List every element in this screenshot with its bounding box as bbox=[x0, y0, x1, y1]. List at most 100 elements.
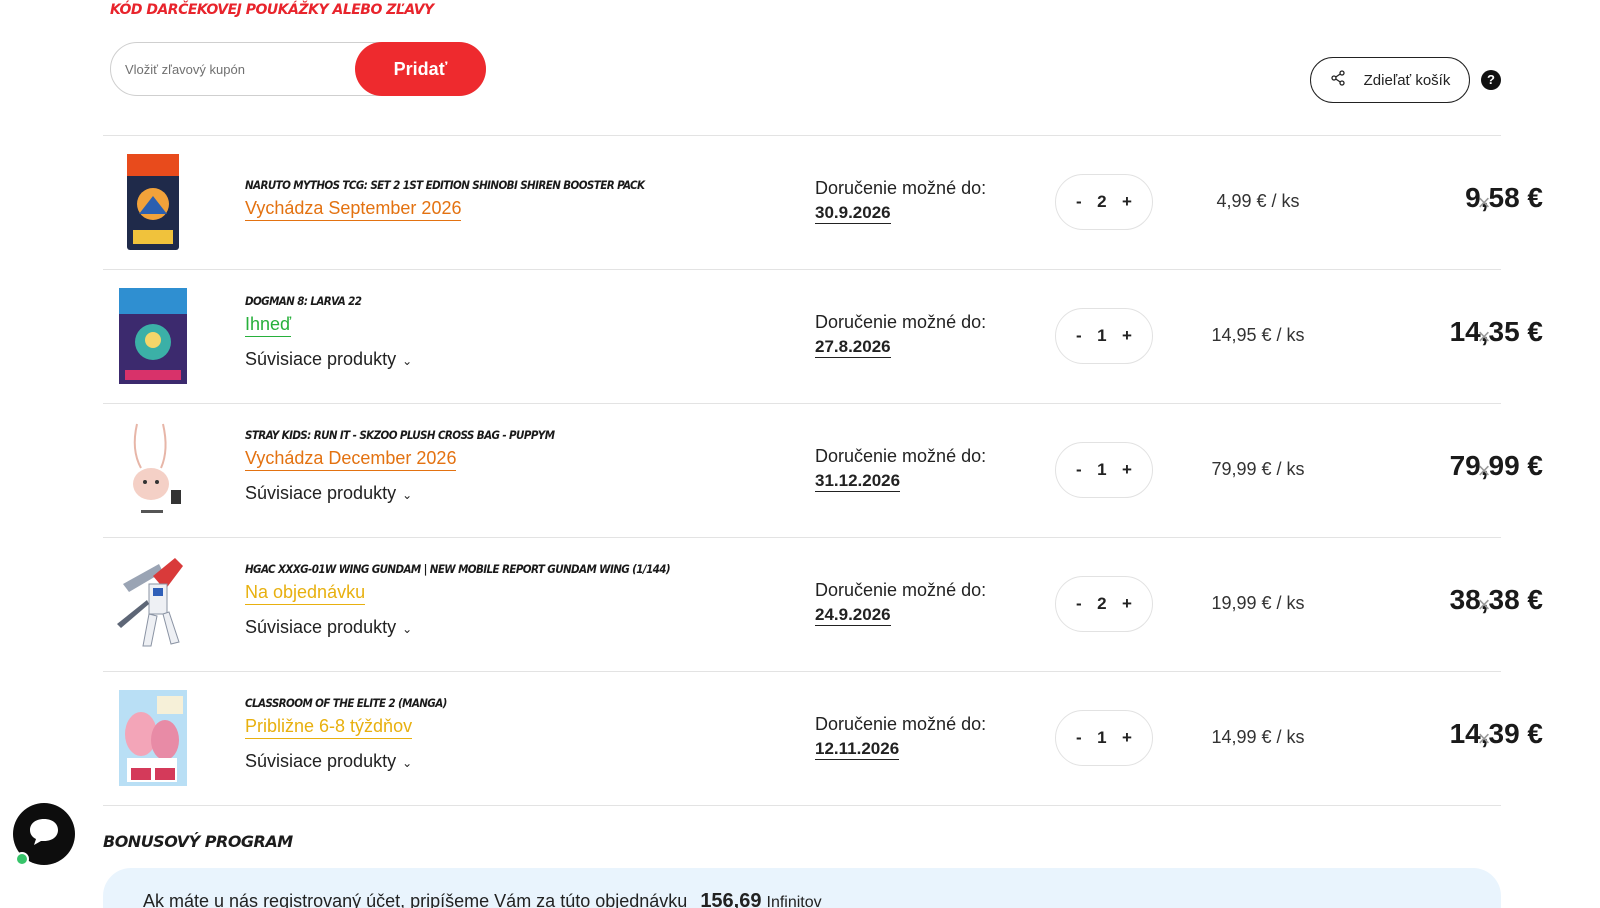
product-name[interactable]: Classroom of the Elite 2 (manga) bbox=[245, 696, 447, 710]
product-info: Stray Kids: Run It - SKZOO Plush Cross B… bbox=[245, 428, 555, 504]
product-info: Dogman 8: Larva 22 Ihneď Súvisiace produ… bbox=[245, 294, 412, 370]
related-products-label: Súvisiace produkty bbox=[245, 617, 397, 637]
bonus-points: 156,69 bbox=[700, 890, 762, 908]
product-image[interactable] bbox=[113, 286, 193, 386]
quantity-stepper: - 2 + bbox=[1055, 576, 1153, 632]
product-info: Classroom of the Elite 2 (manga) Približ… bbox=[245, 696, 447, 772]
cart-item: Naruto Mythos TCG: Set 2 1st Edition Shi… bbox=[103, 135, 1543, 269]
delivery-date[interactable]: 27.8.2026 bbox=[815, 337, 891, 358]
product-name[interactable]: HGAC XXXG-01W Wing Gundam | New Mobile R… bbox=[245, 562, 671, 576]
decrease-quantity-button[interactable]: - bbox=[1076, 326, 1082, 346]
line-total: 9,58 € bbox=[1465, 182, 1543, 213]
close-icon[interactable]: × bbox=[1471, 190, 1497, 216]
availability-status[interactable]: Vychádza December 2026 bbox=[245, 448, 457, 471]
chevron-down-icon: ⌄ bbox=[402, 353, 413, 368]
delivery-date[interactable]: 30.9.2026 bbox=[815, 203, 891, 224]
delivery-label: Doručenie možné do: bbox=[815, 714, 987, 734]
increase-quantity-button[interactable]: + bbox=[1122, 594, 1132, 614]
product-name[interactable]: Naruto Mythos TCG: Set 2 1st Edition Shi… bbox=[245, 178, 645, 192]
delivery-info: Doručenie možné do: 24.9.2026 bbox=[815, 580, 986, 626]
chevron-down-icon: ⌄ bbox=[402, 755, 413, 770]
unit-price: 4,99 € / ks bbox=[1216, 191, 1300, 211]
delivery-label: Doručenie možné do: bbox=[815, 178, 987, 198]
delivery-label: Doručenie možné do: bbox=[815, 580, 987, 600]
bonus-points-unit: Infinitov bbox=[766, 894, 822, 908]
product-info: Naruto Mythos TCG: Set 2 1st Edition Shi… bbox=[245, 178, 645, 221]
line-total: 14,35 € bbox=[1449, 316, 1543, 347]
related-products-toggle[interactable]: Súvisiace produkty ⌄ bbox=[245, 349, 412, 370]
decrease-quantity-button[interactable]: - bbox=[1076, 192, 1082, 212]
availability-status[interactable]: Na objednávku bbox=[245, 582, 366, 605]
product-image[interactable] bbox=[113, 420, 193, 520]
delivery-date[interactable]: 31.12.2026 bbox=[815, 471, 901, 492]
chevron-down-icon: ⌄ bbox=[402, 487, 413, 502]
product-image[interactable] bbox=[113, 688, 193, 788]
unit-price: 19,99 € / ks bbox=[1211, 593, 1305, 613]
quantity-stepper: - 1 + bbox=[1055, 442, 1153, 498]
increase-quantity-button[interactable]: + bbox=[1122, 326, 1132, 346]
chat-icon bbox=[27, 816, 61, 853]
related-products-toggle[interactable]: Súvisiace produkty ⌄ bbox=[245, 483, 554, 504]
bonus-text-before: Ak máte u nás bbox=[143, 891, 264, 908]
line-total: 38,38 € bbox=[1449, 584, 1543, 615]
product-info: HGAC XXXG-01W Wing Gundam | New Mobile R… bbox=[245, 562, 671, 638]
decrease-quantity-button[interactable]: - bbox=[1076, 460, 1082, 480]
product-image[interactable] bbox=[113, 554, 193, 654]
decrease-quantity-button[interactable]: - bbox=[1076, 594, 1082, 614]
cart-item: Classroom of the Elite 2 (manga) Približ… bbox=[103, 671, 1543, 805]
increase-quantity-button[interactable]: + bbox=[1122, 460, 1132, 480]
close-icon[interactable]: × bbox=[1471, 458, 1497, 484]
product-name[interactable]: Dogman 8: Larva 22 bbox=[245, 294, 412, 308]
online-status-dot bbox=[15, 852, 29, 866]
cart-item: Dogman 8: Larva 22 Ihneď Súvisiace produ… bbox=[103, 269, 1543, 403]
related-products-label: Súvisiace produkty bbox=[245, 349, 397, 369]
delivery-label: Doručenie možné do: bbox=[815, 446, 987, 466]
related-products-toggle[interactable]: Súvisiace produkty ⌄ bbox=[245, 617, 670, 638]
bonus-section-title: Bonusový program bbox=[103, 832, 293, 851]
delivery-info: Doručenie možné do: 12.11.2026 bbox=[815, 714, 986, 760]
close-icon[interactable]: × bbox=[1471, 592, 1497, 618]
delivery-info: Doručenie možné do: 30.9.2026 bbox=[815, 178, 986, 224]
quantity-value: 2 bbox=[1097, 594, 1107, 613]
related-products-label: Súvisiace produkty bbox=[245, 483, 397, 503]
question-icon[interactable]: ? bbox=[1481, 70, 1501, 90]
increase-quantity-button[interactable]: + bbox=[1122, 192, 1132, 212]
delivery-date[interactable]: 12.11.2026 bbox=[815, 739, 900, 760]
unit-price: 14,99 € / ks bbox=[1211, 727, 1305, 747]
quantity-value: 1 bbox=[1097, 728, 1107, 747]
increase-quantity-button[interactable]: + bbox=[1122, 728, 1132, 748]
availability-status[interactable]: Približne 6-8 týždňov bbox=[245, 716, 413, 739]
bonus-info-box: Ak máte u nás registrovaný účet, pripíše… bbox=[103, 868, 1501, 908]
close-icon[interactable]: × bbox=[1471, 726, 1497, 752]
chevron-down-icon: ⌄ bbox=[402, 621, 413, 636]
unit-price: 14,95 € / ks bbox=[1211, 325, 1305, 345]
divider bbox=[103, 805, 1501, 806]
delivery-date[interactable]: 24.9.2026 bbox=[815, 605, 891, 626]
availability-status[interactable]: Ihneď bbox=[245, 314, 292, 337]
cart-item: Stray Kids: Run It - SKZOO Plush Cross B… bbox=[103, 403, 1543, 537]
unit-price: 79,99 € / ks bbox=[1211, 459, 1305, 479]
cart-items-list: Naruto Mythos TCG: Set 2 1st Edition Shi… bbox=[103, 135, 1543, 805]
related-products-label: Súvisiace produkty bbox=[245, 751, 397, 771]
delivery-label: Doručenie možné do: bbox=[815, 312, 987, 332]
registered-account-link[interactable]: registrovaný účet bbox=[263, 891, 400, 908]
quantity-stepper: - 1 + bbox=[1055, 308, 1153, 364]
line-total: 14,39 € bbox=[1449, 718, 1543, 749]
quantity-stepper: - 2 + bbox=[1055, 174, 1153, 230]
add-coupon-button[interactable]: Pridať bbox=[355, 42, 486, 96]
quantity-value: 1 bbox=[1097, 460, 1107, 479]
share-cart-label: Zdieľať košík bbox=[1363, 71, 1451, 89]
product-image[interactable] bbox=[113, 152, 193, 252]
line-total: 79,99 € bbox=[1449, 450, 1543, 481]
availability-status[interactable]: Vychádza September 2026 bbox=[245, 198, 462, 221]
delivery-info: Doručenie možné do: 31.12.2026 bbox=[815, 446, 986, 492]
quantity-stepper: - 1 + bbox=[1055, 710, 1153, 766]
coupon-form: Pridať bbox=[110, 42, 486, 96]
related-products-toggle[interactable]: Súvisiace produkty ⌄ bbox=[245, 751, 447, 772]
product-name[interactable]: Stray Kids: Run It - SKZOO Plush Cross B… bbox=[245, 428, 555, 442]
quantity-value: 2 bbox=[1097, 192, 1107, 211]
share-cart-button[interactable]: Zdieľať košík bbox=[1310, 57, 1470, 103]
bonus-text-after: , pripíšeme Vám za túto objednávku bbox=[400, 891, 688, 908]
close-icon[interactable]: × bbox=[1471, 324, 1497, 350]
decrease-quantity-button[interactable]: - bbox=[1076, 728, 1082, 748]
